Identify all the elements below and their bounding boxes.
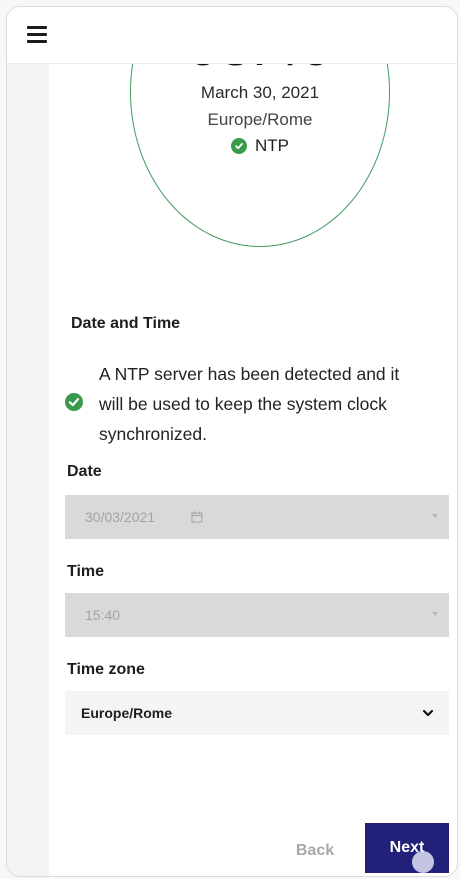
check-circle-icon bbox=[65, 393, 83, 411]
ntp-status: NTP bbox=[131, 136, 389, 156]
date-value: 30/03/2021 bbox=[85, 509, 156, 525]
time-field: 15:40 bbox=[65, 593, 449, 637]
time-value: 15:40 bbox=[85, 607, 121, 623]
notice-line: A NTP server has been detected and it bbox=[99, 364, 400, 384]
touch-indicator bbox=[412, 851, 434, 873]
timezone-label: Time zone bbox=[67, 661, 145, 678]
clock-date: March 30, 2021 bbox=[200, 83, 320, 102]
date-label: Date bbox=[67, 463, 102, 480]
timezone-value: Europe/Rome bbox=[81, 705, 173, 721]
next-button[interactable]: Next bbox=[365, 823, 449, 873]
ntp-label: NTP bbox=[255, 136, 289, 155]
back-button[interactable]: Back bbox=[275, 831, 355, 871]
chevron-down-icon bbox=[422, 709, 434, 717]
menu-icon[interactable] bbox=[24, 23, 50, 45]
side-strip bbox=[7, 63, 49, 876]
notice-line: will be used to keep the system clock bbox=[99, 394, 387, 414]
caret-down-icon bbox=[432, 612, 438, 616]
ntp-notice: A NTP server has been detected and it wi… bbox=[99, 359, 447, 449]
section-title: Date and Time bbox=[71, 315, 181, 332]
calendar-icon bbox=[191, 511, 203, 523]
app-frame: 03:40 March 30, 2021 Europe/Rome NTP Dat… bbox=[6, 6, 458, 877]
notice-line: synchronized. bbox=[99, 424, 207, 444]
clock-timezone: Europe/Rome bbox=[207, 110, 313, 129]
top-bar bbox=[7, 7, 457, 64]
timezone-select[interactable]: Europe/Rome bbox=[65, 691, 449, 735]
check-circle-icon bbox=[231, 138, 247, 154]
time-label: Time bbox=[67, 563, 105, 580]
caret-down-icon bbox=[432, 514, 438, 518]
date-field: 30/03/2021 bbox=[65, 495, 449, 539]
